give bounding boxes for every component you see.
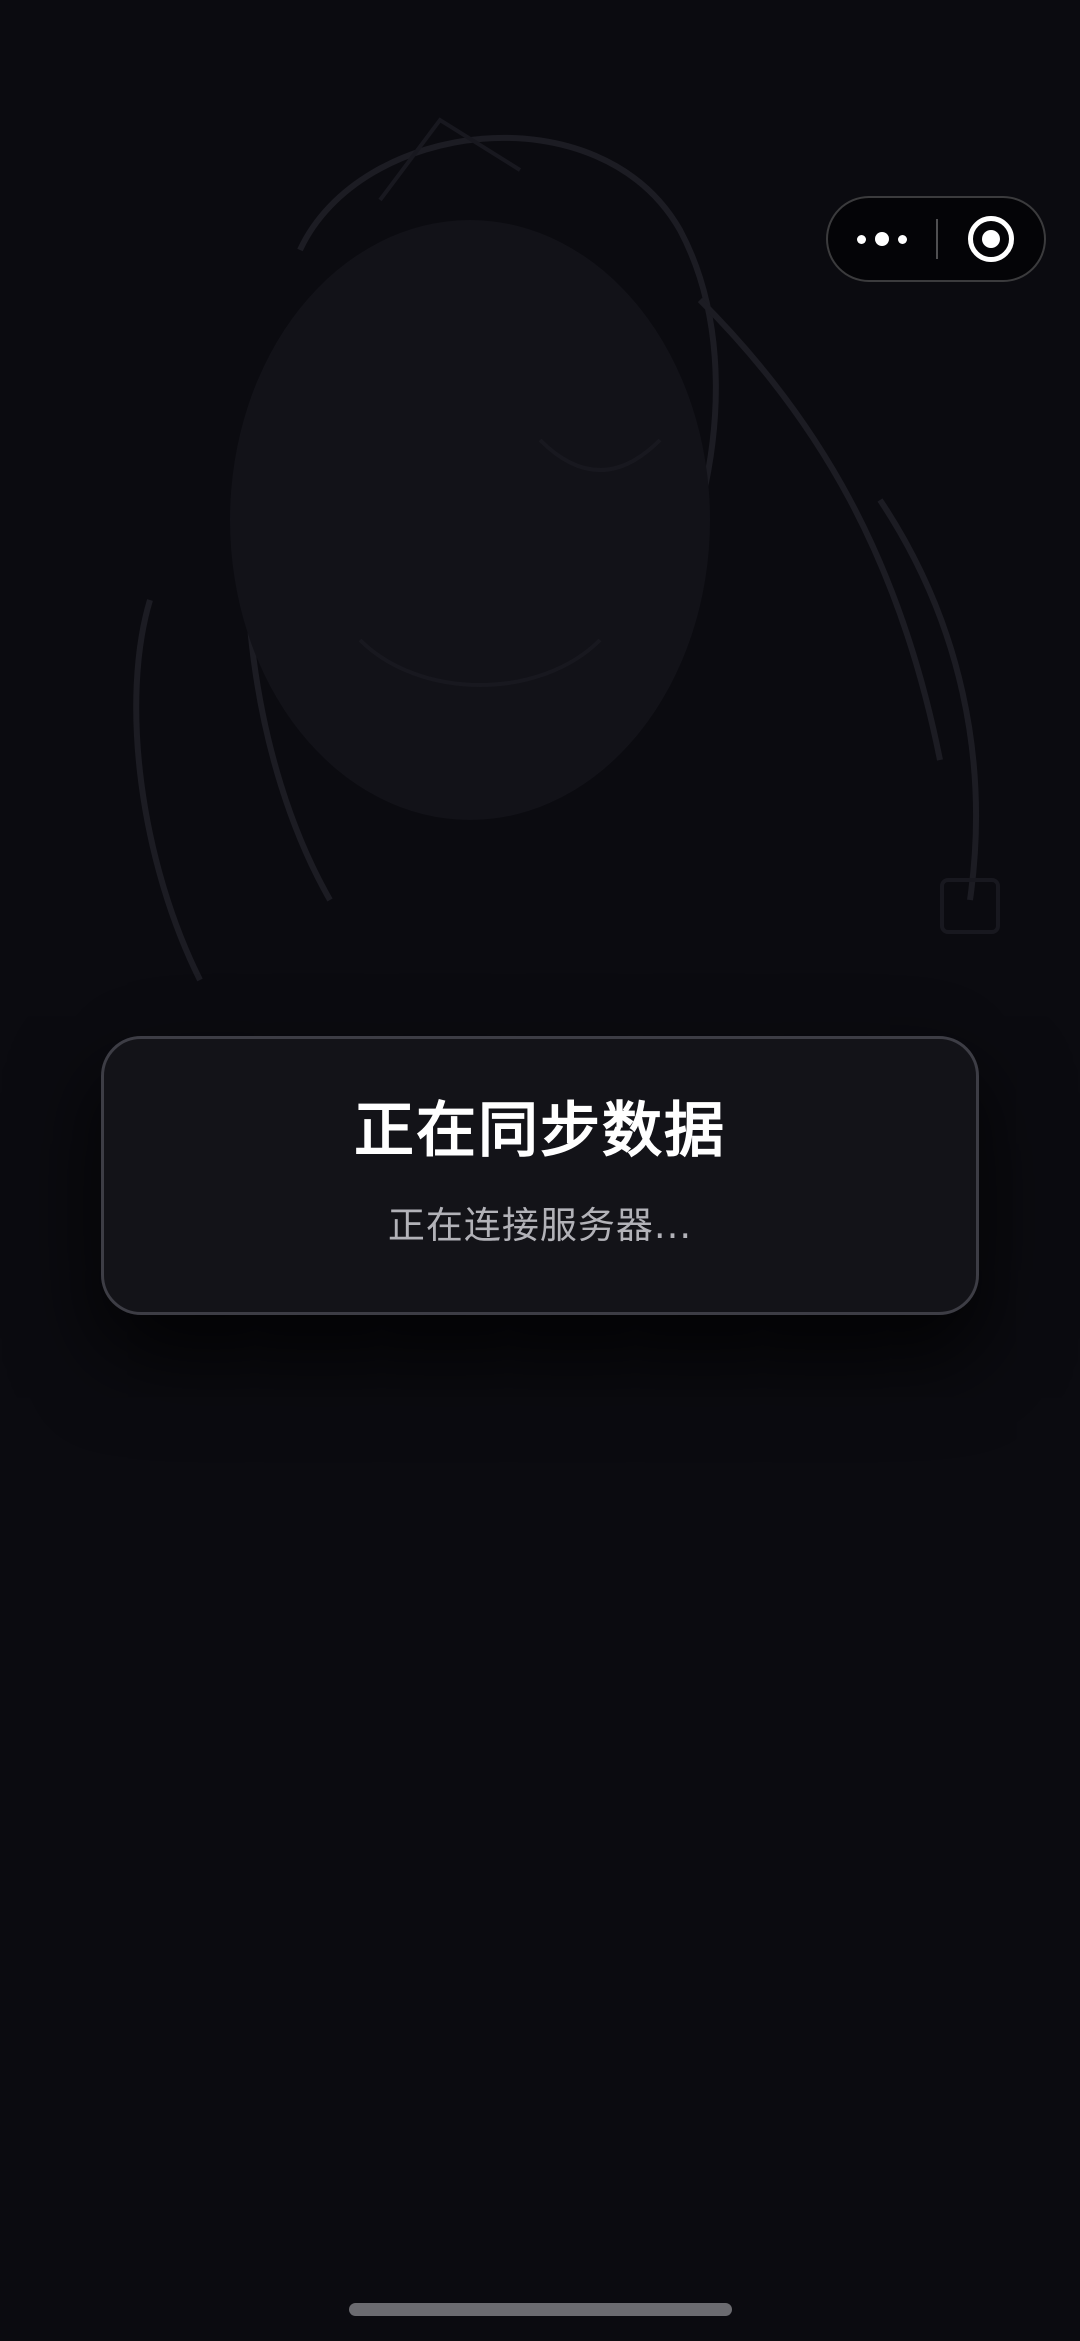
dialog-message: 正在连接服务器... xyxy=(387,1204,693,1247)
sync-dialog: 正在同步数据 正在连接服务器... xyxy=(101,1036,979,1315)
modal-overlay: 正在同步数据 正在连接服务器... xyxy=(0,0,1080,2341)
app-screen: 正在同步数据 正在连接服务器... xyxy=(0,0,1080,2341)
dialog-title: 正在同步数据 xyxy=(354,1096,726,1166)
home-indicator[interactable] xyxy=(349,2303,732,2316)
